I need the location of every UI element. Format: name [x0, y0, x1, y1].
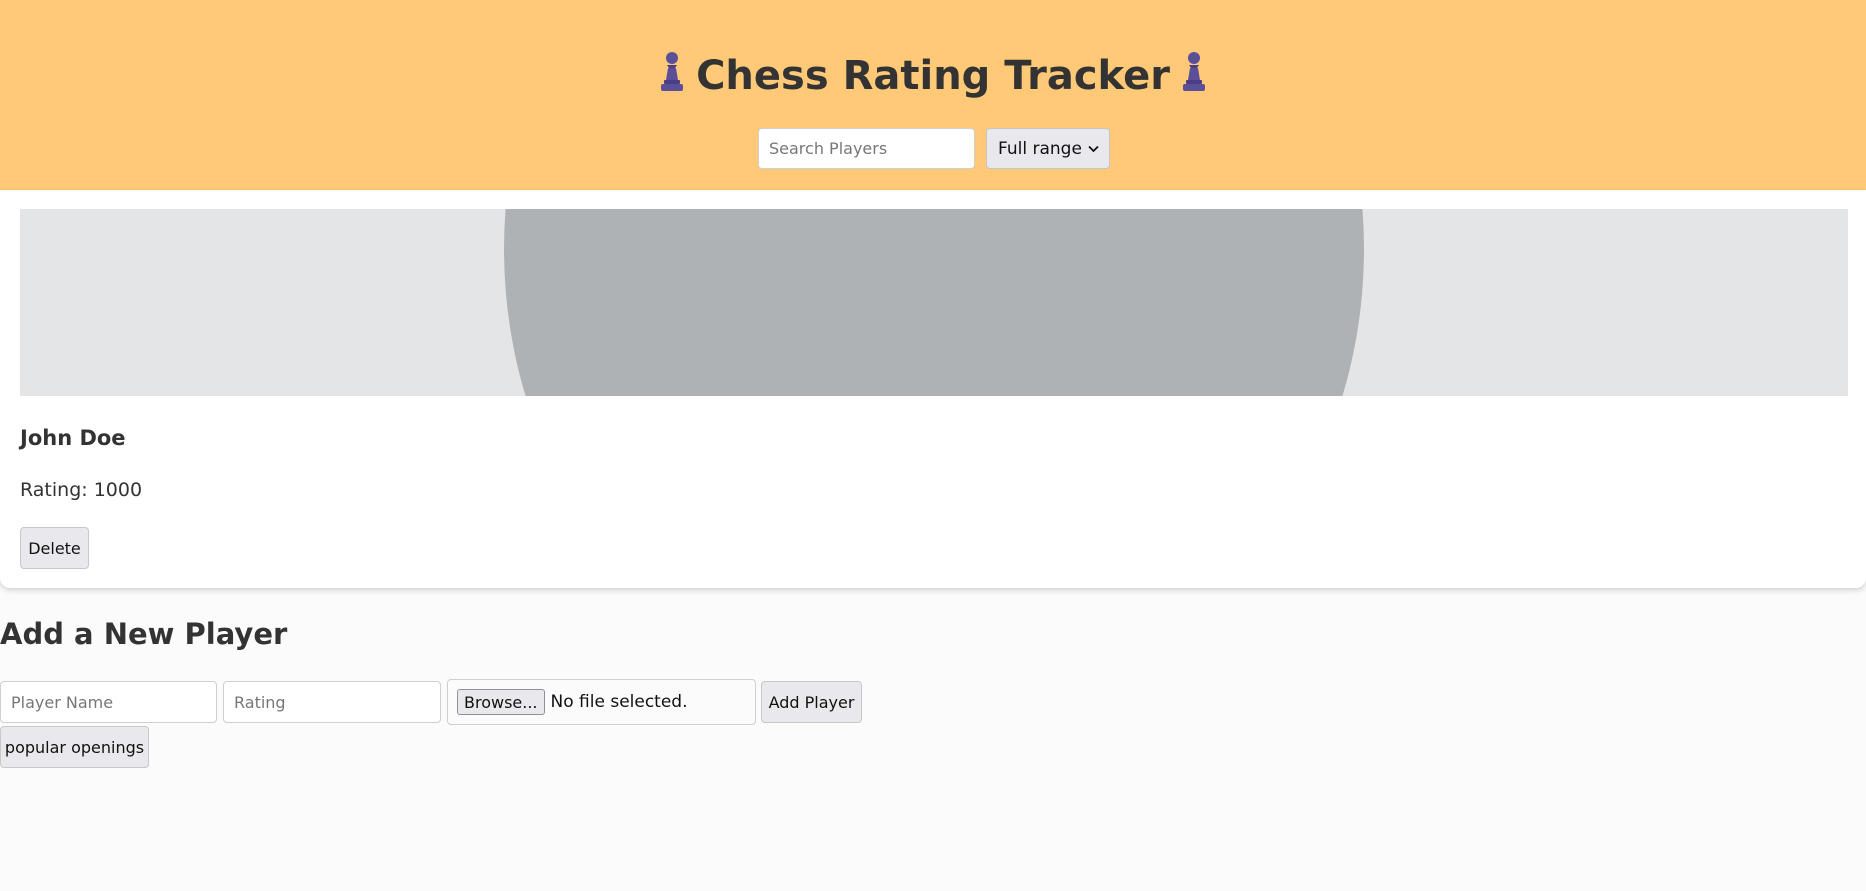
photo-file-input[interactable]: Browse... No file selected. [447, 679, 756, 725]
search-input[interactable] [758, 128, 975, 169]
player-name-input[interactable] [0, 681, 217, 723]
avatar-silhouette-icon [504, 209, 1364, 396]
delete-button[interactable]: Delete [20, 527, 89, 569]
rating-input[interactable] [223, 681, 441, 723]
page-header: Chess Rating Tracker Full range [0, 0, 1866, 190]
header-controls: Full range [758, 128, 1110, 169]
rating-range-select[interactable]: Full range [986, 128, 1110, 169]
pawn-icon [658, 51, 686, 106]
player-card: John Doe Rating: 1000 Delete [0, 190, 1866, 588]
player-rating: Rating: 1000 [20, 479, 143, 501]
range-select-value: Full range [998, 138, 1082, 159]
chevron-down-icon [1088, 145, 1099, 152]
add-player-heading: Add a New Player [0, 617, 288, 651]
add-player-button[interactable]: Add Player [761, 681, 862, 723]
player-name: John Doe [20, 426, 126, 450]
pawn-icon [1180, 51, 1208, 106]
page-title-text: Chess Rating Tracker [696, 53, 1170, 99]
player-avatar-placeholder [20, 209, 1848, 396]
popular-openings-button[interactable]: popular openings [0, 726, 149, 768]
file-status: No file selected. [550, 692, 688, 712]
page-title: Chess Rating Tracker [0, 50, 1866, 106]
browse-button[interactable]: Browse... [457, 689, 545, 715]
